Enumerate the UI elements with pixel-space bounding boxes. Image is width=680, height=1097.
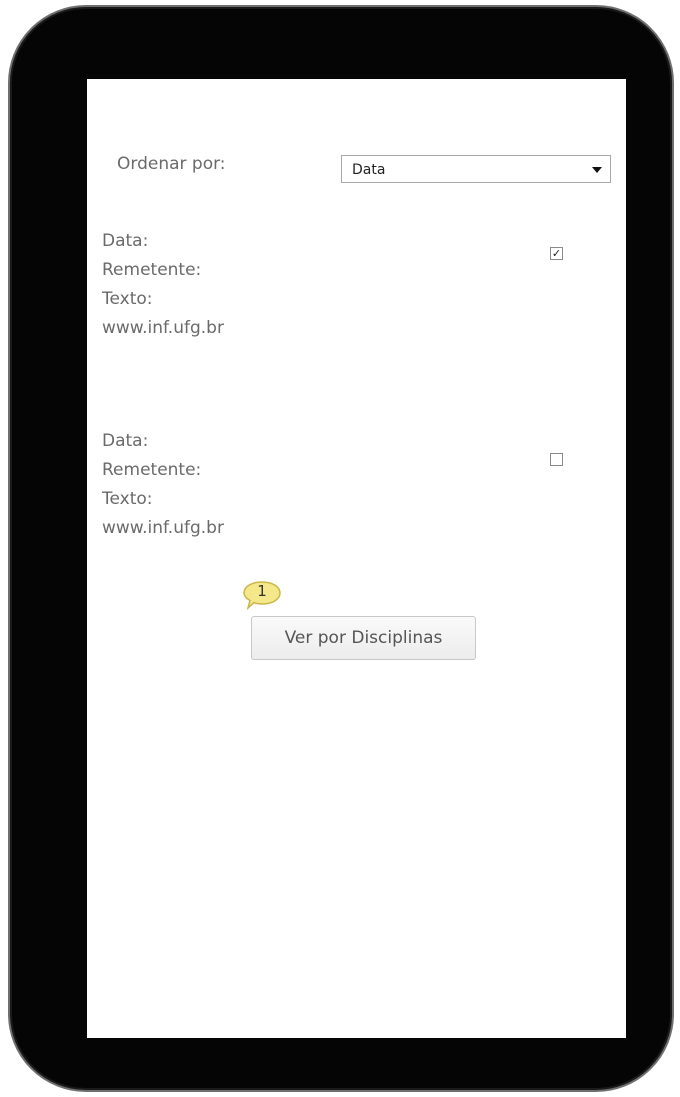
screen: Ordenar por: Data Data: Remetente: Texto… <box>87 79 626 1038</box>
tablet-frame: Ordenar por: Data Data: Remetente: Texto… <box>8 5 674 1092</box>
message-sender-label: Remetente: <box>102 260 202 280</box>
annotation-number: 1 <box>257 582 267 600</box>
message-checkbox[interactable]: ✓ <box>550 247 563 260</box>
message-link[interactable]: www.inf.ufg.br <box>102 514 254 543</box>
annotation-badge: 1 <box>243 580 285 611</box>
message-item: Data: Remetente: Texto: www.inf.ufg.br <box>102 427 402 543</box>
message-item: Data: Remetente: Texto: www.inf.ufg.br <box>102 227 402 343</box>
chevron-down-icon <box>592 167 602 173</box>
message-text-label: Texto: <box>102 489 153 509</box>
message-link[interactable]: www.inf.ufg.br <box>102 314 254 343</box>
sort-select-value: Data <box>352 162 386 178</box>
sort-label: Ordenar por: <box>117 154 226 174</box>
message-date-label: Data: <box>102 231 149 251</box>
view-by-disciplines-button[interactable]: Ver por Disciplinas <box>251 616 476 660</box>
sort-select[interactable]: Data <box>341 155 611 183</box>
message-checkbox[interactable] <box>550 453 563 466</box>
message-date-label: Data: <box>102 431 149 451</box>
message-sender-label: Remetente: <box>102 460 202 480</box>
message-text-label: Texto: <box>102 289 153 309</box>
